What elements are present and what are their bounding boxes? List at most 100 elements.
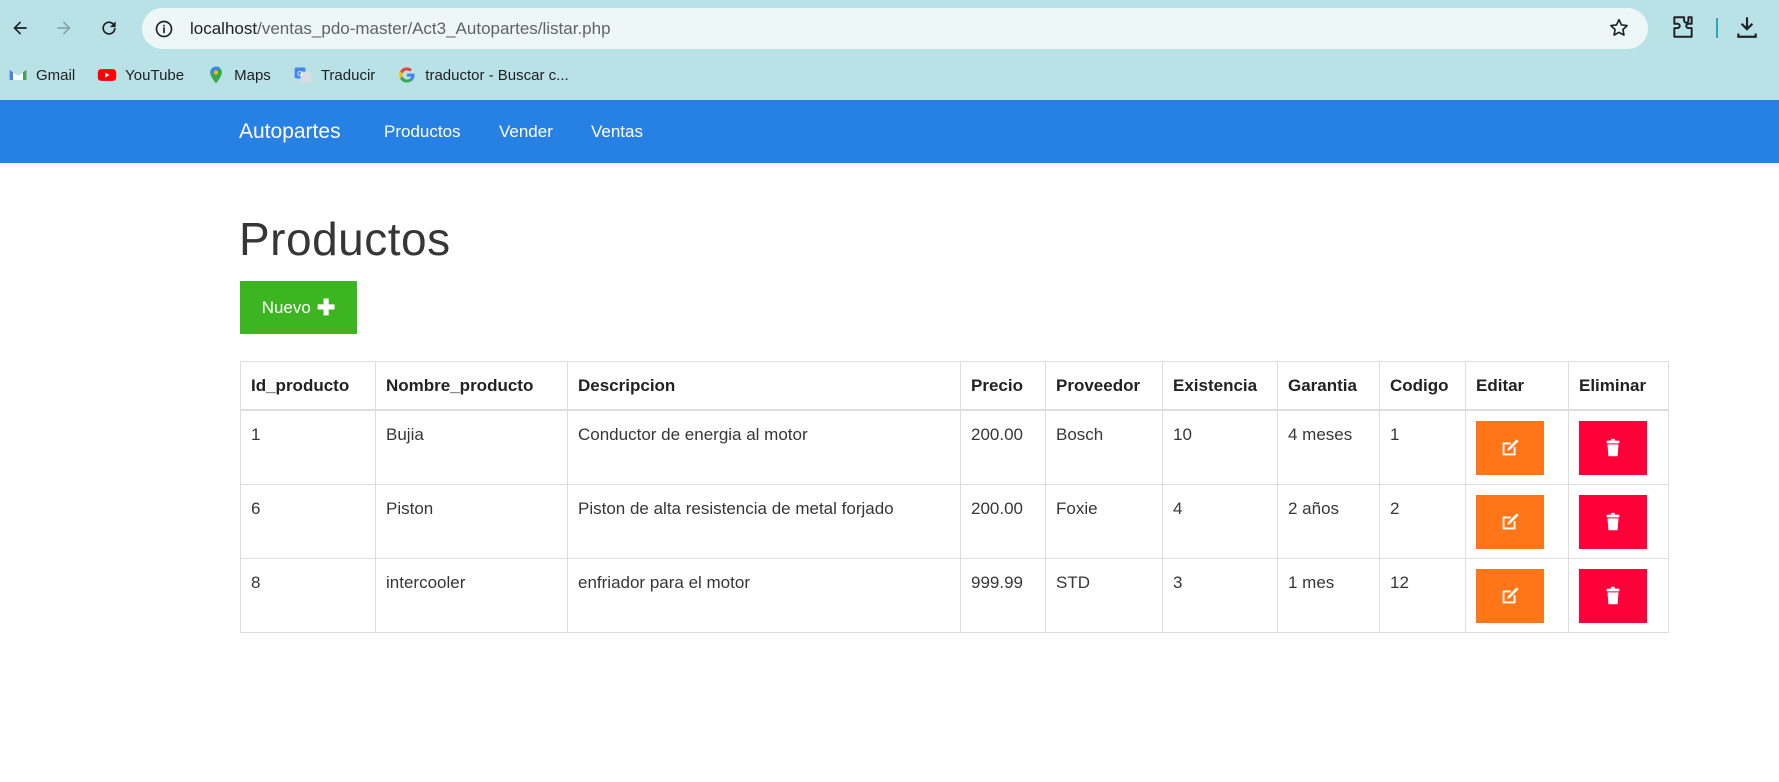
url-path: /ventas_pdo-master/Act3_Autopartes/lista… bbox=[257, 18, 611, 38]
bookmark-label: YouTube bbox=[125, 66, 185, 84]
col-header-codigo: Codigo bbox=[1379, 361, 1466, 411]
bookmark-label: traductor - Buscar c... bbox=[425, 66, 569, 84]
cell-editar bbox=[1465, 409, 1569, 485]
bookmark-traductor[interactable]: traductor - Buscar c... bbox=[397, 65, 569, 85]
forward-button[interactable] bbox=[48, 12, 80, 44]
bookmark-label: Gmail bbox=[36, 66, 76, 84]
cell-proveedor: Foxie bbox=[1045, 483, 1163, 559]
bookmark-label: Maps bbox=[234, 66, 271, 84]
delete-button[interactable] bbox=[1579, 494, 1647, 549]
edit-icon bbox=[1502, 439, 1519, 456]
page-title: Productos bbox=[239, 213, 451, 265]
cell-existencia: 4 bbox=[1162, 483, 1278, 559]
col-header-id: Id_producto bbox=[240, 361, 376, 411]
cell-proveedor: STD bbox=[1045, 557, 1163, 633]
cell-eliminar bbox=[1568, 483, 1669, 559]
table-header-row: Id_producto Nombre_producto Descripcion … bbox=[240, 361, 1669, 411]
col-header-garantia: Garantia bbox=[1277, 361, 1380, 411]
col-header-editar: Editar bbox=[1465, 361, 1569, 411]
back-button[interactable] bbox=[4, 12, 36, 44]
cell-nombre: Piston bbox=[375, 483, 568, 559]
cell-eliminar bbox=[1568, 557, 1669, 633]
table-body: 1 Bujia Conductor de energia al motor 20… bbox=[240, 409, 1669, 633]
bookmark-gmail[interactable]: Gmail bbox=[8, 65, 75, 85]
col-header-eliminar: Eliminar bbox=[1568, 361, 1669, 411]
gmail-icon bbox=[9, 70, 27, 80]
cell-descripcion: Piston de alta resistencia de metal forj… bbox=[567, 483, 961, 559]
bookmark-maps[interactable]: Maps bbox=[206, 65, 271, 85]
google-icon bbox=[399, 67, 415, 83]
table-row: 8 intercooler enfriador para el motor 99… bbox=[240, 557, 1669, 633]
cell-descripcion: Conductor de energia al motor bbox=[567, 409, 961, 485]
bookmark-star-icon[interactable] bbox=[1608, 17, 1630, 39]
reload-icon bbox=[102, 21, 116, 35]
download-icon[interactable] bbox=[1734, 14, 1760, 40]
cell-id: 1 bbox=[240, 409, 376, 485]
cell-codigo: 2 bbox=[1379, 483, 1466, 559]
maps-icon bbox=[210, 66, 222, 84]
site-info-icon[interactable] bbox=[152, 17, 176, 41]
nav-link-productos[interactable]: Productos bbox=[384, 100, 461, 163]
new-product-button[interactable]: Nuevo ✚ bbox=[240, 281, 357, 334]
url-host: localhost bbox=[190, 18, 258, 38]
new-button-label: Nuevo bbox=[261, 297, 311, 317]
edit-icon bbox=[1502, 512, 1519, 529]
cell-editar bbox=[1465, 483, 1569, 559]
browser-chrome: localhost/ventas_pdo-master/Act3_Autopar… bbox=[0, 0, 1779, 100]
extensions-icon[interactable] bbox=[1670, 14, 1696, 40]
toolbar-separator bbox=[1716, 18, 1718, 38]
bookmark-youtube[interactable]: YouTube bbox=[97, 65, 184, 85]
edit-button[interactable] bbox=[1476, 421, 1544, 475]
cell-codigo: 12 bbox=[1379, 557, 1466, 633]
col-header-descripcion: Descripcion bbox=[567, 361, 961, 411]
bookmark-label: Traducir bbox=[320, 66, 376, 84]
cell-precio: 200.00 bbox=[960, 483, 1046, 559]
cell-garantia: 2 años bbox=[1277, 483, 1380, 559]
nav-link-ventas[interactable]: Ventas bbox=[591, 100, 643, 163]
cell-descripcion: enfriador para el motor bbox=[567, 557, 961, 633]
youtube-icon bbox=[98, 69, 117, 81]
cell-existencia: 3 bbox=[1162, 557, 1278, 633]
cell-codigo: 1 bbox=[1379, 409, 1466, 485]
reload-button[interactable] bbox=[93, 12, 125, 44]
edit-button[interactable] bbox=[1476, 568, 1544, 623]
cell-precio: 200.00 bbox=[960, 409, 1046, 485]
cell-eliminar bbox=[1568, 409, 1669, 485]
url-text: localhost/ventas_pdo-master/Act3_Autopar… bbox=[190, 19, 611, 39]
navbar-brand[interactable]: Autopartes bbox=[239, 100, 341, 163]
translate-icon: G bbox=[294, 67, 312, 83]
table-row: 1 Bujia Conductor de energia al motor 20… bbox=[240, 409, 1669, 485]
nav-link-vender[interactable]: Vender bbox=[499, 100, 553, 163]
plus-icon: ✚ bbox=[316, 294, 336, 320]
delete-button[interactable] bbox=[1579, 421, 1647, 475]
cell-existencia: 10 bbox=[1162, 409, 1278, 485]
cell-garantia: 4 meses bbox=[1277, 409, 1380, 485]
delete-button[interactable] bbox=[1579, 568, 1647, 623]
cell-garantia: 1 mes bbox=[1277, 557, 1380, 633]
cell-id: 6 bbox=[240, 483, 376, 559]
cell-precio: 999.99 bbox=[960, 557, 1046, 633]
svg-text:G: G bbox=[297, 69, 303, 78]
cell-editar bbox=[1465, 557, 1569, 633]
arrow-right-icon bbox=[57, 21, 71, 35]
address-bar[interactable]: localhost/ventas_pdo-master/Act3_Autopar… bbox=[142, 8, 1648, 49]
arrow-left-icon bbox=[13, 21, 27, 35]
col-header-precio: Precio bbox=[960, 361, 1046, 411]
cell-id: 8 bbox=[240, 557, 376, 633]
trash-icon bbox=[1606, 512, 1620, 530]
bookmark-traducir[interactable]: G Traducir bbox=[293, 65, 375, 85]
edit-button[interactable] bbox=[1476, 494, 1544, 549]
bookmarks-bar: Gmail YouTube Maps G Traducir traductor … bbox=[0, 60, 583, 90]
col-header-existencia: Existencia bbox=[1162, 361, 1278, 411]
app-navbar: Autopartes Productos Vender Ventas bbox=[0, 100, 1779, 163]
cell-nombre: intercooler bbox=[375, 557, 568, 633]
cell-nombre: Bujia bbox=[375, 409, 568, 485]
trash-icon bbox=[1606, 438, 1620, 457]
trash-icon bbox=[1606, 586, 1620, 604]
table-row: 6 Piston Piston de alta resistencia de m… bbox=[240, 483, 1669, 559]
col-header-proveedor: Proveedor bbox=[1045, 361, 1163, 411]
edit-icon bbox=[1502, 586, 1519, 603]
cell-proveedor: Bosch bbox=[1045, 409, 1163, 485]
products-table: Id_producto Nombre_producto Descripcion … bbox=[240, 361, 1669, 633]
col-header-nombre: Nombre_producto bbox=[375, 361, 568, 411]
